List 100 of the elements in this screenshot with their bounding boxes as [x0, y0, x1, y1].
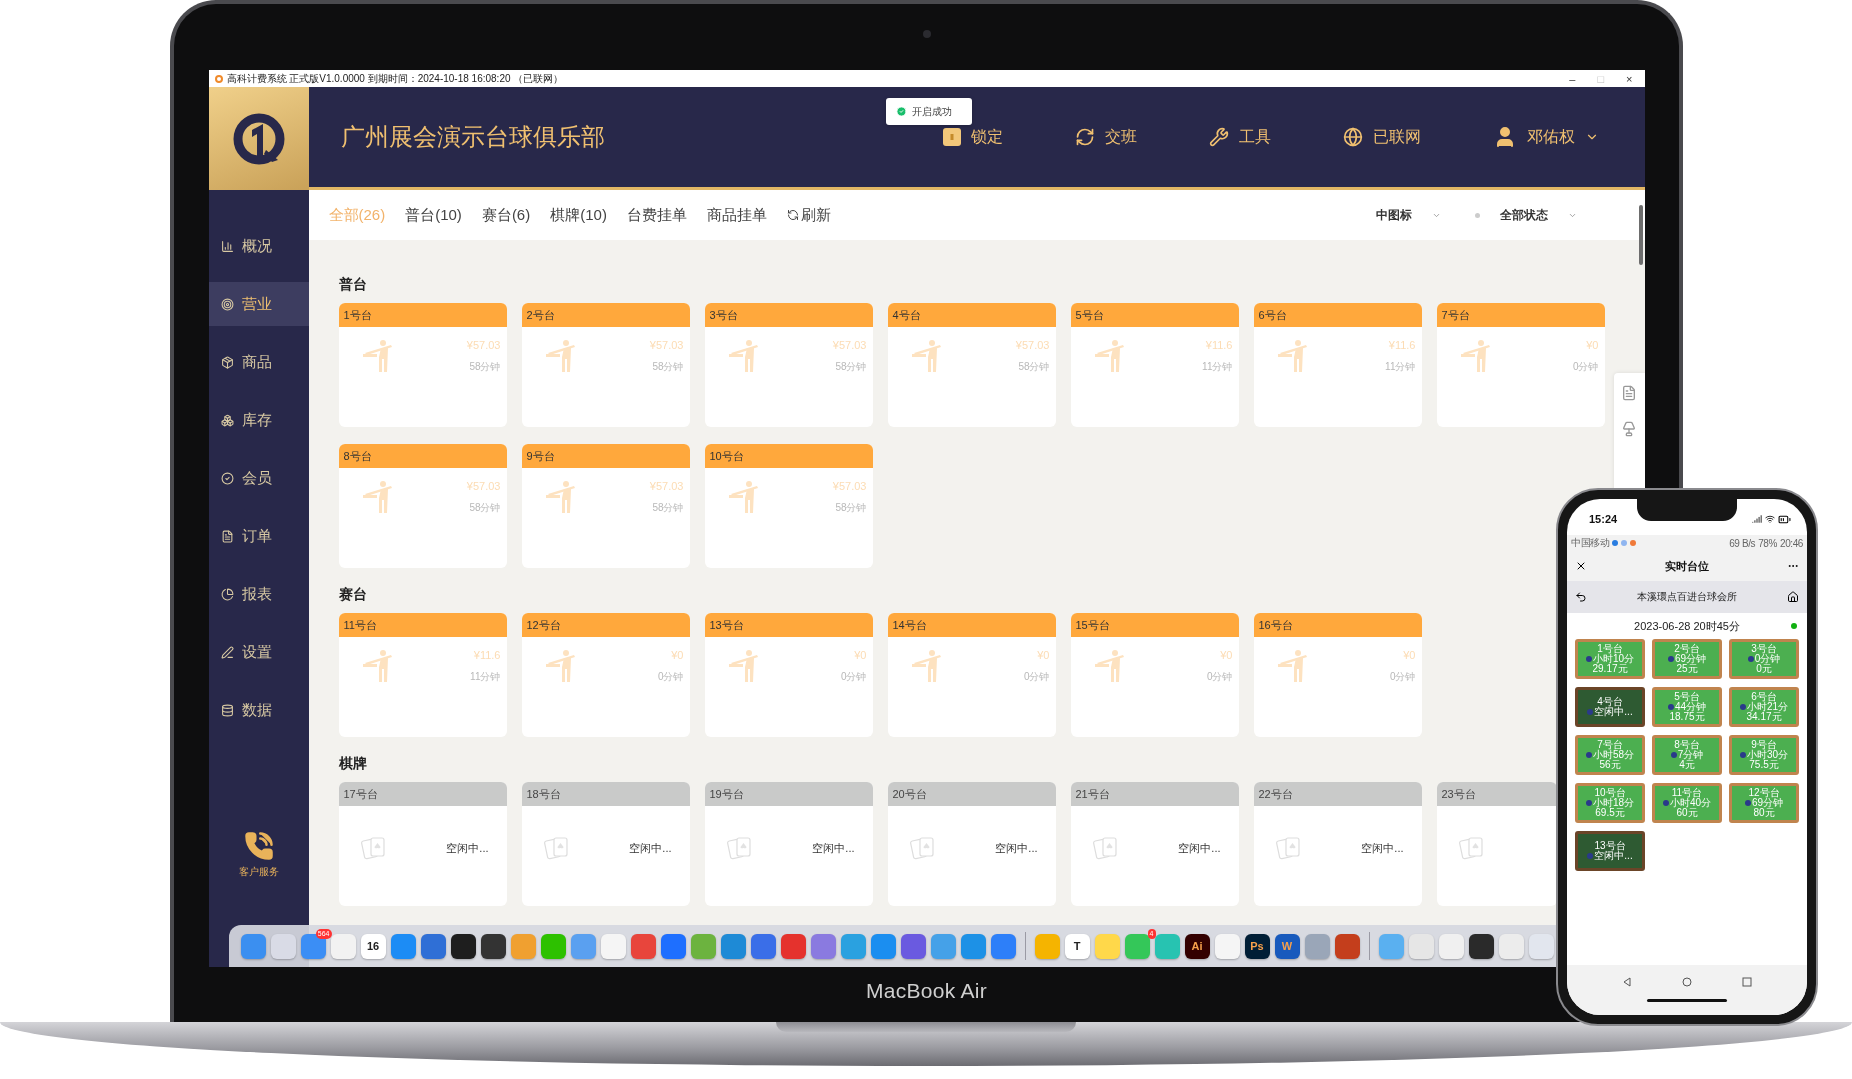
table-status: 空闲中...: [446, 840, 489, 856]
sidebar-item[interactable]: 商品: [208, 340, 309, 384]
check-circle-icon: [220, 471, 234, 485]
table-card[interactable]: 17号台 空闲中...: [338, 782, 507, 906]
pool-table[interactable]: 13号台 空闲中...: [1575, 831, 1645, 871]
filter-dropdown[interactable]: 全部状态: [1474, 206, 1577, 224]
table-name: 19号台: [704, 782, 873, 806]
status-time: 15:24: [1589, 513, 1618, 525]
table-card[interactable]: 15号台 ¥0 0分钟: [1070, 613, 1239, 737]
table-card[interactable]: 6号台 ¥11.6 11分钟: [1253, 303, 1422, 427]
tab[interactable]: 赛台(6): [481, 201, 531, 229]
table-card[interactable]: 20号台 空闲中...: [887, 782, 1056, 906]
table-card[interactable]: 8号台 ¥57.03 58分钟: [338, 444, 507, 568]
header-button[interactable]: 已联网: [1342, 126, 1421, 148]
close-icon[interactable]: [1575, 560, 1587, 572]
back-arrow-icon[interactable]: [1575, 591, 1587, 603]
tab[interactable]: 台费挂单: [626, 201, 687, 229]
table-card[interactable]: 16号台 ¥0 0分钟: [1253, 613, 1422, 737]
table-price: ¥57.03: [832, 480, 867, 492]
sidebar-item[interactable]: 数据: [208, 688, 309, 732]
table-card[interactable]: 14号台 ¥0 0分钟: [887, 613, 1056, 737]
table-card[interactable]: 22号台 空闲中...: [1253, 782, 1422, 906]
table-price: ¥11.6: [1388, 339, 1416, 351]
table-name: 18号台: [521, 782, 690, 806]
home-icon[interactable]: [1787, 591, 1799, 603]
table-name: 4号台: [1597, 697, 1623, 707]
table-card[interactable]: 18号台 空闲中...: [521, 782, 690, 906]
window-control[interactable]: ×: [1626, 72, 1633, 85]
table-card[interactable]: 7号台 ¥0 0分钟: [1436, 303, 1605, 427]
status-dot: [1474, 212, 1480, 218]
table-duration: 69分钟: [1667, 654, 1707, 664]
service-label[interactable]: 客户服务: [238, 865, 279, 879]
document-icon[interactable]: [1621, 385, 1637, 401]
playing-cards-icon: [360, 836, 387, 860]
app-icon[interactable]: [1468, 933, 1494, 959]
table-name: 13号台: [704, 613, 873, 637]
sidebar-item[interactable]: 概况: [208, 224, 309, 268]
wrench-icon: [1208, 127, 1229, 147]
table-price: ¥57.03: [649, 480, 684, 492]
table-card[interactable]: 10号台 ¥57.03 58分钟: [704, 444, 873, 568]
table-card[interactable]: 13号台 ¥0 0分钟: [704, 613, 873, 737]
table-card[interactable]: 19号台 空闲中...: [704, 782, 873, 906]
app-icon[interactable]: Ai: [1184, 933, 1210, 959]
app-icon[interactable]: T: [1064, 933, 1090, 959]
app-icon[interactable]: [450, 933, 476, 959]
table-duration: 0分钟: [1389, 670, 1416, 684]
table-amount: 4元: [1679, 760, 1695, 770]
header-button[interactable]: 交班: [1074, 126, 1137, 148]
lamp-icon[interactable]: [1621, 421, 1637, 437]
home-circle-icon[interactable]: [1682, 977, 1692, 987]
back-icon[interactable]: [1622, 977, 1632, 987]
table-duration: 小时40分: [1662, 798, 1712, 808]
table-card[interactable]: 9号台 ¥57.03 58分钟: [521, 444, 690, 568]
table-name: 16号台: [1253, 613, 1422, 637]
table-duration: 58分钟: [469, 360, 501, 374]
table-status: 空闲中...: [812, 840, 855, 856]
logo-icon: [231, 111, 286, 166]
filter-dropdown[interactable]: 中图标: [1375, 206, 1441, 224]
sidebar-item[interactable]: 营业: [208, 282, 309, 326]
bar-chart-icon: [220, 239, 234, 253]
phone-icon[interactable]: [243, 831, 274, 861]
table-card[interactable]: 5号台 ¥11.6 11分钟: [1070, 303, 1239, 427]
boxes-icon: [220, 413, 234, 427]
toast-message: 开启成功: [911, 104, 952, 119]
table-status: 空闲中...: [1361, 840, 1404, 856]
tab[interactable]: 棋牌(10): [550, 201, 607, 229]
tab[interactable]: 普台(10): [405, 201, 462, 229]
tab[interactable]: 商品挂单: [706, 201, 767, 229]
sidebar-item[interactable]: 设置: [208, 630, 309, 674]
table-name: 6号台: [1751, 692, 1777, 702]
section-title: 棋牌: [338, 754, 367, 773]
header-button[interactable]: 邓佑权: [1492, 125, 1599, 149]
table-card[interactable]: 21号台 空闲中...: [1070, 782, 1239, 906]
sidebar-item[interactable]: 库存: [208, 398, 309, 442]
table-card[interactable]: 23号台: [1436, 782, 1557, 906]
header-button[interactable]: 锁定: [942, 126, 1003, 148]
app-icon[interactable]: 16: [360, 933, 386, 959]
header-button[interactable]: 工具: [1208, 126, 1271, 148]
recents-icon[interactable]: [1742, 977, 1752, 987]
table-price: ¥11.6: [1205, 339, 1233, 351]
table-card[interactable]: 1号台 ¥57.03 58分钟: [338, 303, 507, 427]
table-price: ¥57.03: [832, 339, 867, 351]
table-card[interactable]: 4号台 ¥57.03 58分钟: [887, 303, 1056, 427]
table-duration: 58分钟: [652, 501, 684, 515]
sidebar-item[interactable]: 报表: [208, 572, 309, 616]
app-icon[interactable]: Ps: [1244, 933, 1270, 959]
table-card[interactable]: 3号台 ¥57.03 58分钟: [704, 303, 873, 427]
table-card[interactable]: 2号台 ¥57.03 58分钟: [521, 303, 690, 427]
table-amount: 29.17元: [1592, 664, 1628, 674]
sidebar-item[interactable]: 订单: [208, 514, 309, 558]
table-card[interactable]: 11号台 ¥11.6 11分钟: [338, 613, 507, 737]
pool-table[interactable]: 4号台 空闲中...: [1575, 687, 1645, 727]
scrollbar[interactable]: [1638, 205, 1643, 265]
refresh-icon: [1074, 127, 1095, 147]
app-icon[interactable]: [480, 933, 506, 959]
window-control[interactable]: –: [1569, 72, 1576, 85]
sidebar-item[interactable]: 会员: [208, 456, 309, 500]
table-card[interactable]: 12号台 ¥0 0分钟: [521, 613, 690, 737]
playing-cards-icon: [909, 836, 936, 860]
tab[interactable]: 刷新: [786, 201, 831, 229]
